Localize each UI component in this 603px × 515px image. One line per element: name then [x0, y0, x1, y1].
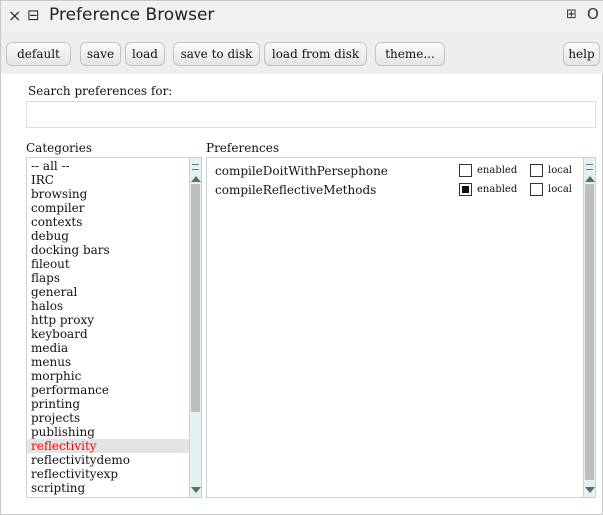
theme-button[interactable]: theme...: [375, 42, 445, 66]
enabled-checkbox[interactable]: [459, 164, 472, 177]
scroll-grip-icon: [192, 164, 199, 170]
enabled-label: enabled: [477, 165, 518, 176]
categories-scroll-thumb[interactable]: [191, 184, 200, 412]
title-bar[interactable]: × ⊟ Preference Browser ⊞ O: [1, 1, 603, 32]
enabled-label: enabled: [477, 184, 518, 195]
scroll-grip-icon: [586, 164, 593, 170]
scroll-down-arrow-icon[interactable]: [191, 487, 201, 493]
save-button[interactable]: save: [80, 42, 121, 66]
preference-name: compileDoitWithPersephone: [215, 164, 388, 178]
category-item[interactable]: -- all --: [27, 159, 189, 173]
category-item[interactable]: browsing: [27, 187, 189, 201]
toolbar: default save load save to disk load from…: [1, 32, 603, 74]
category-item[interactable]: contexts: [27, 215, 189, 229]
category-item-selected[interactable]: reflectivity: [27, 439, 189, 453]
local-label: local: [548, 184, 572, 195]
preferences-list[interactable]: compileDoitWithPersephone enabled local …: [206, 157, 596, 498]
local-label: local: [548, 165, 572, 176]
save-to-disk-button[interactable]: save to disk: [173, 42, 260, 66]
search-input[interactable]: [26, 101, 596, 128]
category-item[interactable]: debug: [27, 229, 189, 243]
category-item[interactable]: reflectivityexp: [27, 467, 189, 481]
category-item[interactable]: printing: [27, 397, 189, 411]
enabled-checkbox[interactable]: [459, 183, 472, 196]
scroll-up-arrow-icon[interactable]: [585, 176, 595, 182]
category-item[interactable]: fileout: [27, 257, 189, 271]
category-item[interactable]: scripting: [27, 481, 189, 495]
preference-name: compileReflectiveMethods: [215, 183, 377, 197]
preference-row: compileReflectiveMethods enabled local: [207, 181, 583, 199]
category-item[interactable]: media: [27, 341, 189, 355]
local-checkbox[interactable]: [530, 183, 543, 196]
scroll-down-arrow-icon[interactable]: [585, 487, 595, 493]
category-item[interactable]: projects: [27, 411, 189, 425]
category-item[interactable]: general: [27, 285, 189, 299]
category-item[interactable]: docking bars: [27, 243, 189, 257]
category-item[interactable]: http proxy: [27, 313, 189, 327]
category-item[interactable]: performance: [27, 383, 189, 397]
categories-label: Categories: [26, 141, 92, 155]
category-item[interactable]: halos: [27, 299, 189, 313]
preferences-scrollbar[interactable]: [583, 158, 595, 497]
expand-icon[interactable]: O: [587, 5, 599, 23]
categories-list[interactable]: -- all -- IRC browsing compiler contexts…: [26, 157, 202, 498]
category-item[interactable]: reflectivitydemo: [27, 453, 189, 467]
help-button[interactable]: help: [563, 42, 600, 66]
load-from-disk-button[interactable]: load from disk: [264, 42, 367, 66]
categories-scrollbar[interactable]: [189, 158, 201, 497]
preference-browser-window: × ⊟ Preference Browser ⊞ O default save …: [0, 0, 603, 515]
collapse-icon[interactable]: ⊞: [566, 7, 577, 22]
local-checkbox[interactable]: [530, 164, 543, 177]
preference-row: compileDoitWithPersephone enabled local: [207, 162, 583, 180]
default-button[interactable]: default: [6, 42, 71, 66]
category-item[interactable]: compiler: [27, 201, 189, 215]
category-item[interactable]: morphic: [27, 369, 189, 383]
window-title: Preference Browser: [49, 5, 215, 25]
load-button[interactable]: load: [125, 42, 165, 66]
window-menu-icon[interactable]: ⊟: [27, 6, 40, 24]
category-item[interactable]: flaps: [27, 271, 189, 285]
scroll-up-arrow-icon[interactable]: [191, 176, 201, 182]
preferences-scroll-thumb[interactable]: [585, 184, 594, 480]
category-item[interactable]: keyboard: [27, 327, 189, 341]
search-label: Search preferences for:: [28, 84, 173, 98]
category-item[interactable]: menus: [27, 355, 189, 369]
category-item[interactable]: publishing: [27, 425, 189, 439]
preferences-label: Preferences: [206, 141, 280, 155]
category-item[interactable]: IRC: [27, 173, 189, 187]
close-icon[interactable]: ×: [8, 6, 21, 25]
